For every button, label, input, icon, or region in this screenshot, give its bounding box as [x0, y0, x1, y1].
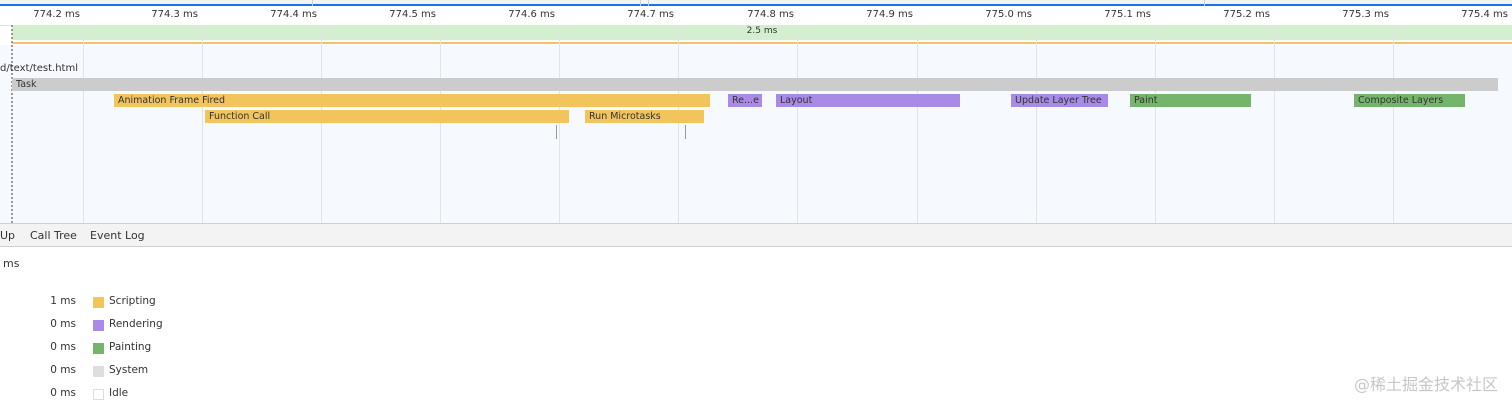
event-task[interactable]: Task [12, 78, 1498, 91]
legend-value: 1 ms [50, 295, 76, 307]
event-animation-frame-fired[interactable]: Animation Frame Fired [114, 94, 710, 107]
legend-value: 0 ms [50, 387, 76, 399]
legend-name: Idle [109, 387, 129, 399]
tab-bottom-up[interactable]: Up [0, 229, 15, 242]
legend-value: 0 ms [50, 341, 76, 353]
interaction-line [12, 42, 1512, 44]
ruler-tick-label: 774.3 ms [151, 9, 198, 20]
timeline-ruler: 774.2 ms 774.3 ms 774.4 ms 774.5 ms 774.… [0, 6, 1512, 26]
grid-line [797, 25, 798, 223]
event-layout[interactable]: Layout [776, 94, 960, 107]
event-function-call[interactable]: Function Call [205, 110, 569, 123]
painting-swatch [93, 343, 104, 354]
grid-line [1155, 25, 1156, 223]
legend-value: 0 ms [50, 318, 76, 330]
ruler-tick-label: 775.4 ms [1461, 9, 1508, 20]
grid-line [917, 25, 918, 223]
legend-row: 0 ms Painting [0, 341, 300, 357]
grid-line [440, 25, 441, 223]
grid-line [678, 25, 679, 223]
event-composite-layers[interactable]: Composite Layers [1354, 94, 1465, 107]
event-paint[interactable]: Paint [1130, 94, 1251, 107]
idle-swatch [93, 389, 104, 400]
event-recalculate-style[interactable]: Re...e [728, 94, 762, 107]
legend-row: 0 ms System [0, 364, 300, 380]
main-thread-url: d/text/test.html [0, 63, 78, 74]
ruler-tick-label: 775.0 ms [985, 9, 1032, 20]
frame-duration-label: 2.5 ms [746, 26, 778, 36]
frame-bar[interactable]: 2.5 ms [12, 25, 1512, 40]
details-tab-bar: Up Call Tree Event Log [0, 223, 1512, 247]
event-run-microtasks[interactable]: Run Microtasks [585, 110, 704, 123]
legend-name: System [109, 364, 149, 376]
ruler-tick-label: 774.5 ms [389, 9, 436, 20]
ruler-tick-label: 774.9 ms [866, 9, 913, 20]
event-update-layer-tree[interactable]: Update Layer Tree [1011, 94, 1108, 107]
grid-line [1274, 25, 1275, 223]
tab-call-tree[interactable]: Call Tree [30, 229, 77, 242]
ruler-tick-label: 774.2 ms [33, 9, 80, 20]
ruler-tick-label: 775.3 ms [1342, 9, 1389, 20]
legend-value: 0 ms [50, 364, 76, 376]
ruler-tick-label: 775.1 ms [1104, 9, 1151, 20]
flame-chart-area[interactable] [0, 45, 1512, 223]
ruler-tick-label: 774.4 ms [270, 9, 317, 20]
legend-row: 1 ms Scripting [0, 295, 300, 311]
ruler-tick-label: 774.8 ms [747, 9, 794, 20]
legend-row: 0 ms Idle [0, 387, 300, 403]
event-tick [685, 125, 686, 139]
watermark: @稀土掘金技术社区 [1353, 375, 1498, 394]
grid-line [321, 25, 322, 223]
selection-marker [11, 25, 13, 223]
grid-line [559, 25, 560, 223]
ruler-tick-label: 775.2 ms [1223, 9, 1270, 20]
system-swatch [93, 366, 104, 377]
ruler-tick-label: 774.7 ms [627, 9, 674, 20]
legend-name: Scripting [109, 295, 156, 307]
scripting-swatch [93, 297, 104, 308]
grid-line [83, 25, 84, 223]
grid-line [202, 25, 203, 223]
summary-range: ms [3, 257, 20, 270]
rendering-swatch [93, 320, 104, 331]
legend-name: Rendering [109, 318, 163, 330]
event-tick [556, 125, 557, 139]
ruler-tick-label: 774.6 ms [508, 9, 555, 20]
grid-line [1036, 25, 1037, 223]
grid-line [1393, 25, 1394, 223]
tab-event-log[interactable]: Event Log [90, 229, 145, 242]
legend-row: 0 ms Rendering [0, 318, 300, 334]
legend-name: Painting [109, 341, 152, 353]
